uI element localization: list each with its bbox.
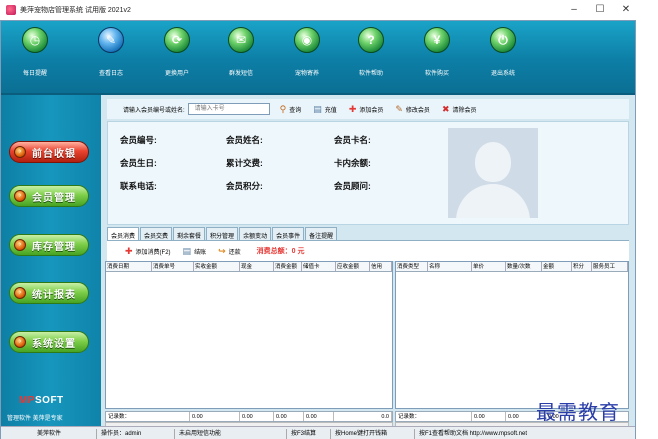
switch-user-icon: ⟳: [164, 27, 190, 53]
status-help-hint: 按F1查看帮助文档 http://www.mpsoft.net: [419, 430, 528, 437]
search-label: 请输入会员编号或姓名:: [123, 107, 185, 114]
plus-icon: ✚: [125, 245, 133, 256]
recharge-button[interactable]: ▤ 充值: [313, 104, 337, 115]
points-label: 会员积分:: [226, 181, 263, 191]
card-balance-label: 卡内余额:: [334, 158, 371, 168]
tab-points[interactable]: 积分管理: [206, 227, 239, 240]
checkout-button[interactable]: ▤ 结账: [183, 246, 207, 257]
tab-member-payment[interactable]: 会员交费: [140, 227, 173, 240]
mpsoft-logo: MPSOFT: [19, 395, 64, 406]
minimize-button[interactable]: –: [560, 0, 588, 20]
toolbar-purchase[interactable]: ¥ 软件购买: [407, 27, 467, 77]
consumption-total: 消费总额：0 元: [256, 248, 305, 255]
add-member-button[interactable]: ✚ 添加会员: [349, 104, 384, 115]
status-company: 美萍软件: [1, 428, 97, 439]
sms-icon: ✉: [228, 27, 254, 53]
window-title: 美萍宠物店管理系统 试用版 2021v2: [20, 7, 131, 14]
status-sms: 未启用短信功能: [175, 428, 287, 439]
status-home-hint: 按Home键打开钱箱: [331, 428, 415, 439]
consumption-detail-grid[interactable]: 消费类型 名称 单价 数量/次数 金额 积分 服务员工: [395, 261, 629, 409]
toolbar-mass-sms[interactable]: ✉ 群发短信: [211, 27, 271, 77]
consumption-grid-footer: 记录数： 0.00 0.00 0.00 0.00 0.0: [105, 411, 393, 422]
add-consumption-button[interactable]: ✚ 添加消费(F2): [125, 246, 171, 257]
close-icon: ✖: [441, 103, 450, 114]
pencil-icon: ✎: [395, 103, 403, 114]
grid-header: 消费类型 名称 单价 数量/次数 金额 积分 服务员工: [396, 262, 628, 272]
purchase-icon: ¥: [424, 27, 450, 53]
avatar-body-icon: [456, 184, 530, 218]
arrow-icon: ›: [14, 146, 26, 158]
consumption-grid[interactable]: 消费日期 消费单号 实收金额 现金 消费金额 储值卡 应收金额 信用: [105, 261, 393, 409]
sidebar-item-inventory[interactable]: › 库存管理: [9, 234, 89, 256]
arrow-icon: ›: [14, 239, 26, 251]
toolbar-view-log[interactable]: ✎ 查看日志: [81, 27, 141, 77]
arrow-icon: ›: [14, 336, 26, 348]
member-search-bar: 请输入会员编号或姓名: ⚲查询 ▤充值 ✚添加会员 ✎修改会员 ✖清除会员: [107, 99, 629, 119]
toolbar-pet-boarding[interactable]: ◉ 宠物寄养: [277, 27, 337, 77]
toolbar-switch-user[interactable]: ⟳ 更换用户: [147, 27, 207, 77]
log-icon: ✎: [98, 27, 124, 53]
tab-balance-change[interactable]: 余额变动: [239, 227, 272, 240]
member-card-label: 会员卡名:: [334, 135, 371, 145]
sidebar-item-members[interactable]: › 会员管理: [9, 185, 89, 207]
tab-notes[interactable]: 备注提醒: [305, 227, 338, 240]
toolbar-daily-reminder[interactable]: ◷ 每日提醒: [5, 27, 65, 77]
window-titlebar: 美萍宠物店管理系统 试用版 2021v2 – ☐ ✕: [0, 0, 658, 20]
member-tabs: 会员消费 会员交费 剩余套餐 积分管理 余额变动 会员事件 备注提醒: [107, 227, 629, 241]
member-id-label: 会员编号:: [120, 135, 157, 145]
help-icon: ?: [358, 27, 384, 53]
checkout-icon: ▤: [182, 245, 192, 256]
tab-member-consumption[interactable]: 会员消费: [107, 227, 140, 240]
advisor-label: 会员顾问:: [334, 181, 371, 191]
arrow-icon: ›: [14, 190, 26, 202]
clock-icon: ◷: [22, 27, 48, 53]
power-icon: ⏻: [490, 27, 516, 53]
sidebar-item-cashier[interactable]: › 前台收银: [9, 141, 89, 163]
toolbar-exit[interactable]: ⏻ 退出系统: [473, 27, 533, 77]
main-panel: 请输入会员编号或姓名: ⚲查询 ▤充值 ✚添加会员 ✎修改会员 ✖清除会员 会员…: [101, 95, 635, 430]
member-name-label: 会员姓名:: [226, 135, 263, 145]
sidebar-item-settings[interactable]: › 系统设置: [9, 331, 89, 353]
repay-button[interactable]: ↪ 还款: [218, 246, 241, 257]
return-arrow-icon: ↪: [218, 245, 226, 256]
status-operator: 操作员：admin: [97, 428, 175, 439]
query-button[interactable]: ⚲ 查询: [280, 104, 302, 115]
logo-tagline: 管理软件 美萍是专家: [7, 416, 63, 422]
close-button[interactable]: ✕: [612, 0, 640, 20]
edit-member-button[interactable]: ✎ 修改会员: [395, 104, 430, 115]
status-f3-hint: 按F3结算: [287, 428, 331, 439]
avatar-head-icon: [475, 142, 511, 182]
phone-label: 联系电话:: [120, 181, 157, 191]
status-bar: 美萍软件 操作员：admin 未启用短信功能 按F3结算 按Home键打开钱箱 …: [1, 426, 635, 439]
recharge-icon: ▤: [313, 103, 322, 114]
member-info-panel: 会员编号: 会员姓名: 会员卡名: 会员生日: 累计交费: 卡内余额: 联系电话…: [107, 121, 629, 225]
maximize-button[interactable]: ☐: [586, 0, 614, 20]
pet-boarding-icon: ◉: [294, 27, 320, 53]
watermark-text: 最需教育: [536, 400, 620, 424]
app-icon: [6, 5, 16, 15]
sidebar: › 前台收银 › 会员管理 › 库存管理 › 统计报表 › 系统设置 MPSOF…: [1, 95, 101, 426]
member-birthday-label: 会员生日:: [120, 158, 157, 168]
grid-header: 消费日期 消费单号 实收金额 现金 消费金额 储值卡 应收金额 信用: [106, 262, 392, 272]
tab-member-events[interactable]: 会员事件: [272, 227, 305, 240]
total-spend-label: 累计交费:: [226, 158, 263, 168]
app-window: ◷ 每日提醒 ✎ 查看日志 ⟳ 更换用户 ✉ 群发短信 ◉ 宠物寄养 ? 软件帮…: [0, 20, 636, 439]
consumption-toolbar: ✚ 添加消费(F2) ▤ 结账 ↪ 还款 消费总额：0 元: [107, 241, 629, 261]
search-icon: ⚲: [279, 103, 287, 114]
clear-member-button[interactable]: ✖ 清除会员: [442, 104, 477, 115]
toolbar-help[interactable]: ? 软件帮助: [341, 27, 401, 77]
arrow-icon: ›: [14, 287, 26, 299]
member-photo-placeholder: [448, 128, 538, 218]
member-search-input[interactable]: [187, 103, 270, 115]
main-toolbar: ◷ 每日提醒 ✎ 查看日志 ⟳ 更换用户 ✉ 群发短信 ◉ 宠物寄养 ? 软件帮…: [1, 21, 635, 95]
tab-remaining-package[interactable]: 剩余套餐: [173, 227, 206, 240]
sidebar-item-reports[interactable]: › 统计报表: [9, 282, 89, 304]
plus-icon: ✚: [348, 103, 357, 114]
